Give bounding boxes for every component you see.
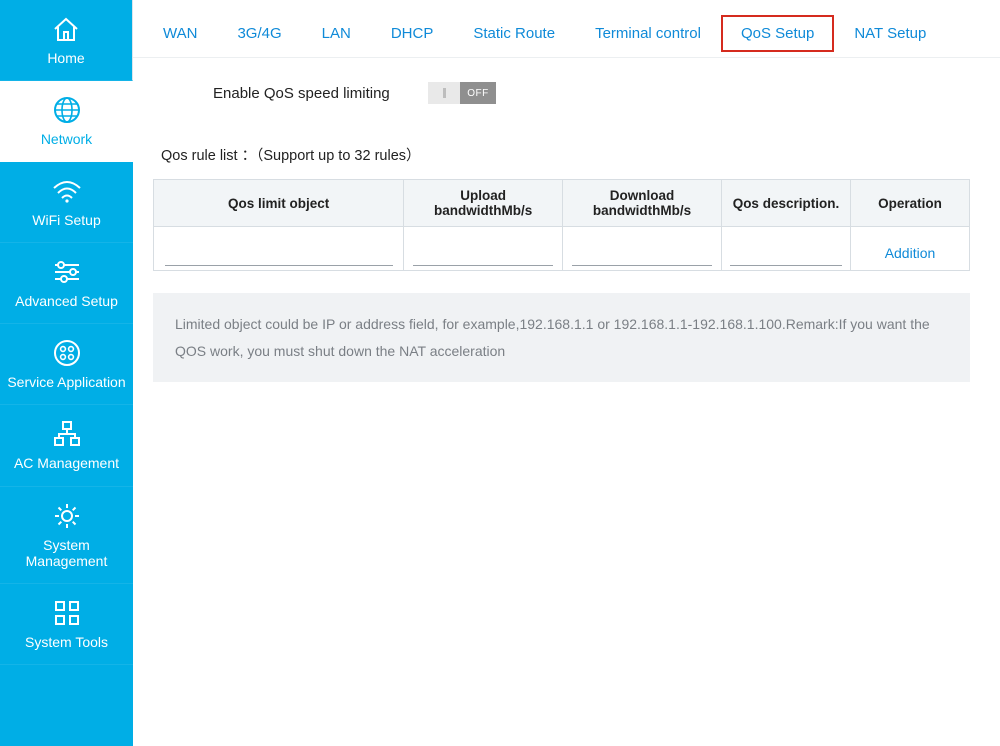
addition-link[interactable]: Addition [885,237,936,261]
col-desc: Qos description. [721,180,850,227]
tab-terminal-control[interactable]: Terminal control [575,15,721,52]
sidebar-item-network[interactable]: Network [0,81,133,162]
qos-upload-input[interactable] [413,244,553,266]
table-row: Addition [154,227,970,271]
network-tree-icon [4,417,129,451]
tab-qos-setup[interactable]: QoS Setup [721,15,834,52]
sidebar-item-system-mgmt[interactable]: System Management [0,487,133,584]
col-object: Qos limit object [154,180,404,227]
col-download: Download bandwidthMb/s [563,180,722,227]
col-upload: Upload bandwidthMb/s [404,180,563,227]
tab-nat-setup[interactable]: NAT Setup [834,15,946,52]
sidebar-item-advanced[interactable]: Advanced Setup [0,243,133,324]
sidebar-item-label: Network [4,131,129,147]
gear-icon [4,499,129,533]
sidebar-item-label: WiFi Setup [4,212,129,228]
qos-table: Qos limit object Upload bandwidthMb/s Do… [153,179,970,271]
sidebar-item-label: System Management [4,537,129,569]
globe-icon [4,93,129,127]
sidebar-item-label: System Tools [4,634,129,650]
sidebar-item-wifi[interactable]: WiFi Setup [0,162,133,243]
sidebar: Home Network WiFi Setup Advanced Setup S [0,0,133,746]
col-operation: Operation [850,180,969,227]
sidebar-item-ac[interactable]: AC Management [0,405,133,486]
toggle-track [428,82,460,104]
home-icon [4,12,128,46]
main-content: WAN 3G/4G LAN DHCP Static Route Terminal… [133,0,1000,746]
tab-lan[interactable]: LAN [302,15,371,52]
qos-download-input[interactable] [572,244,712,266]
tab-wan[interactable]: WAN [143,15,217,52]
sliders-icon [4,255,129,289]
enable-qos-label: Enable QoS speed limiting [213,85,428,102]
sidebar-item-label: Advanced Setup [4,293,129,309]
sidebar-item-service[interactable]: Service Application [0,324,133,405]
qos-desc-input[interactable] [730,244,841,266]
sidebar-item-home[interactable]: Home [0,0,133,81]
wifi-icon [4,174,129,208]
tab-dhcp[interactable]: DHCP [371,15,454,52]
apps-icon [4,336,129,370]
qos-object-input[interactable] [165,244,393,266]
sidebar-item-label: Service Application [4,374,129,390]
tab-static-route[interactable]: Static Route [453,15,575,52]
info-box: Limited object could be IP or address fi… [153,293,970,382]
grid-icon [4,596,129,630]
sidebar-item-tools[interactable]: System Tools [0,584,133,665]
enable-qos-toggle[interactable]: OFF [428,82,496,104]
tab-3g4g[interactable]: 3G/4G [217,15,301,52]
toggle-state: OFF [460,82,496,104]
tab-bar: WAN 3G/4G LAN DHCP Static Route Terminal… [133,10,1000,58]
sidebar-item-label: Home [4,50,128,66]
sidebar-item-label: AC Management [4,455,129,471]
qos-rule-list-heading: Qos rule list ：（Support up to 32 rules） [161,144,970,165]
